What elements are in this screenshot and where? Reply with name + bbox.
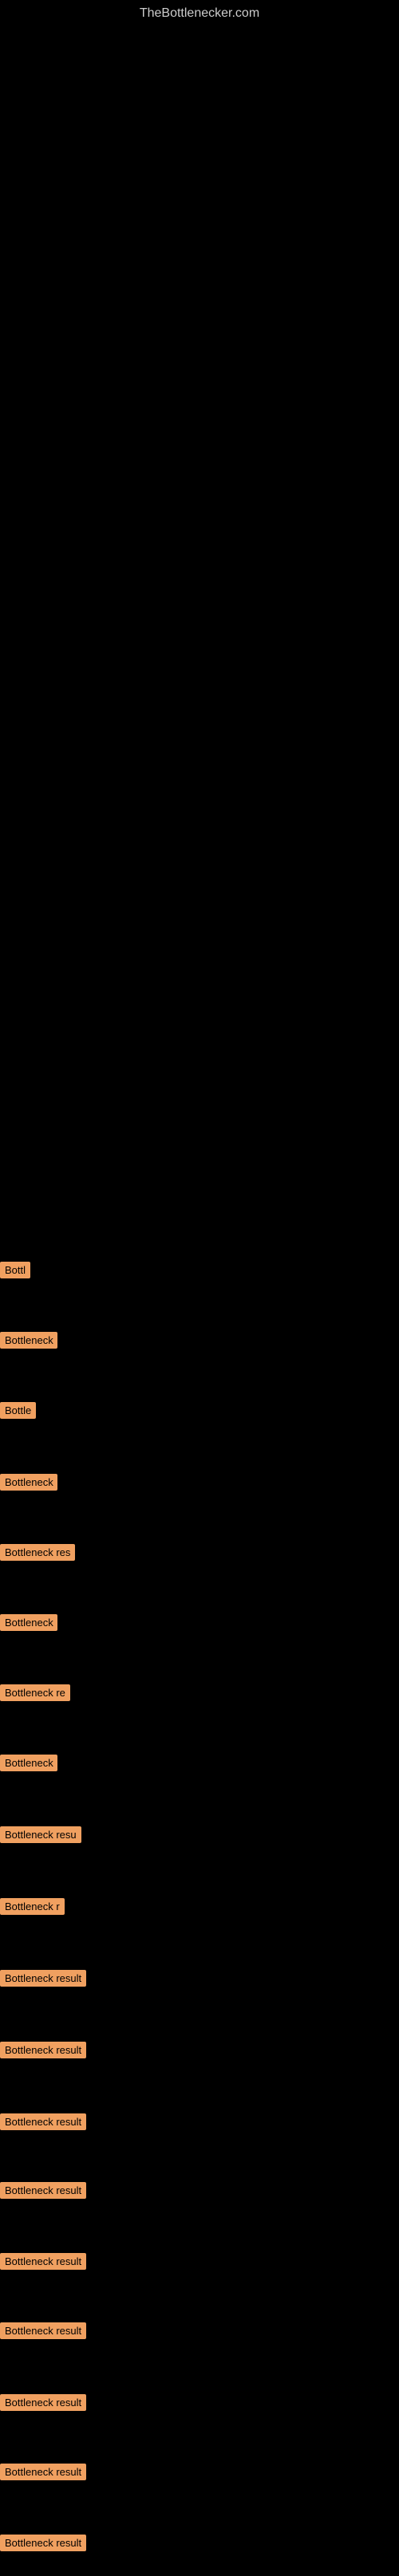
site-title: TheBottlenecker.com [0,0,399,24]
bottleneck-result-label-19: Bottleneck result [0,2535,86,2551]
bottleneck-result-label-5: Bottleneck res [0,1544,75,1561]
bottleneck-result-label-17: Bottleneck result [0,2394,86,2411]
bottleneck-result-label-16: Bottleneck result [0,2322,86,2339]
bottleneck-result-label-18: Bottleneck result [0,2464,86,2480]
bottleneck-result-label-7: Bottleneck re [0,1684,70,1701]
bottleneck-result-label-4: Bottleneck [0,1474,57,1491]
bottleneck-result-label-1: Bottl [0,1262,30,1278]
bottleneck-result-label-12: Bottleneck result [0,2042,86,2058]
bottleneck-result-label-14: Bottleneck result [0,2182,86,2199]
bottleneck-result-label-3: Bottle [0,1402,36,1419]
bottleneck-result-label-11: Bottleneck result [0,1970,86,1987]
bottleneck-result-label-15: Bottleneck result [0,2253,86,2270]
bottleneck-result-label-2: Bottleneck [0,1332,57,1349]
bottleneck-result-label-13: Bottleneck result [0,2113,86,2130]
bottleneck-result-label-8: Bottleneck [0,1755,57,1771]
bottleneck-result-label-9: Bottleneck resu [0,1826,81,1843]
bottleneck-result-label-6: Bottleneck [0,1614,57,1631]
bottleneck-result-label-10: Bottleneck r [0,1898,65,1915]
